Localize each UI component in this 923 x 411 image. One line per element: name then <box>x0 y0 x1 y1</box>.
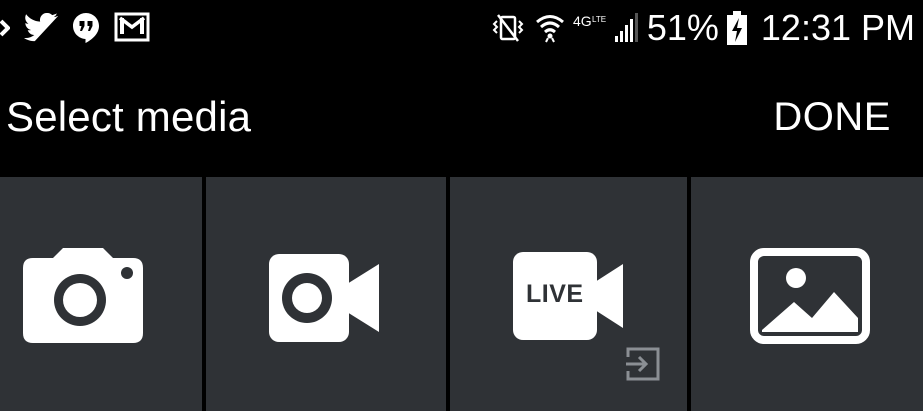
wifi-icon <box>535 12 565 44</box>
action-bar: Select media DONE <box>0 60 923 174</box>
missed-call-icon <box>0 13 10 43</box>
camera-option[interactable] <box>0 177 202 411</box>
battery-percent: 51% <box>646 7 719 48</box>
lte-icon: 4G LTE <box>573 12 607 44</box>
hangouts-icon <box>72 12 100 44</box>
video-option[interactable] <box>206 177 446 411</box>
photo-gallery-option[interactable] <box>691 177 923 411</box>
system-status: 4G LTE 51% 12:31 PM <box>489 8 915 48</box>
live-video-option[interactable]: LIVE <box>450 177 687 411</box>
media-options-grid: LIVE <box>0 174 923 411</box>
svg-text:4G: 4G <box>573 13 592 29</box>
done-button[interactable]: DONE <box>773 94 891 140</box>
svg-text:LTE: LTE <box>592 15 606 24</box>
live-badge-label: LIVE <box>526 280 584 308</box>
status-bar: 4G LTE 51% 12:31 PM <box>0 0 923 60</box>
clock: 12:31 PM <box>760 7 915 48</box>
battery-charging-icon <box>726 11 747 45</box>
gmail-icon <box>114 12 150 44</box>
signal-icon <box>614 12 639 44</box>
page-title: Select media <box>6 93 252 140</box>
notification-icons <box>0 10 150 46</box>
twitter-icon <box>24 13 58 43</box>
vibrate-icon <box>489 12 527 44</box>
